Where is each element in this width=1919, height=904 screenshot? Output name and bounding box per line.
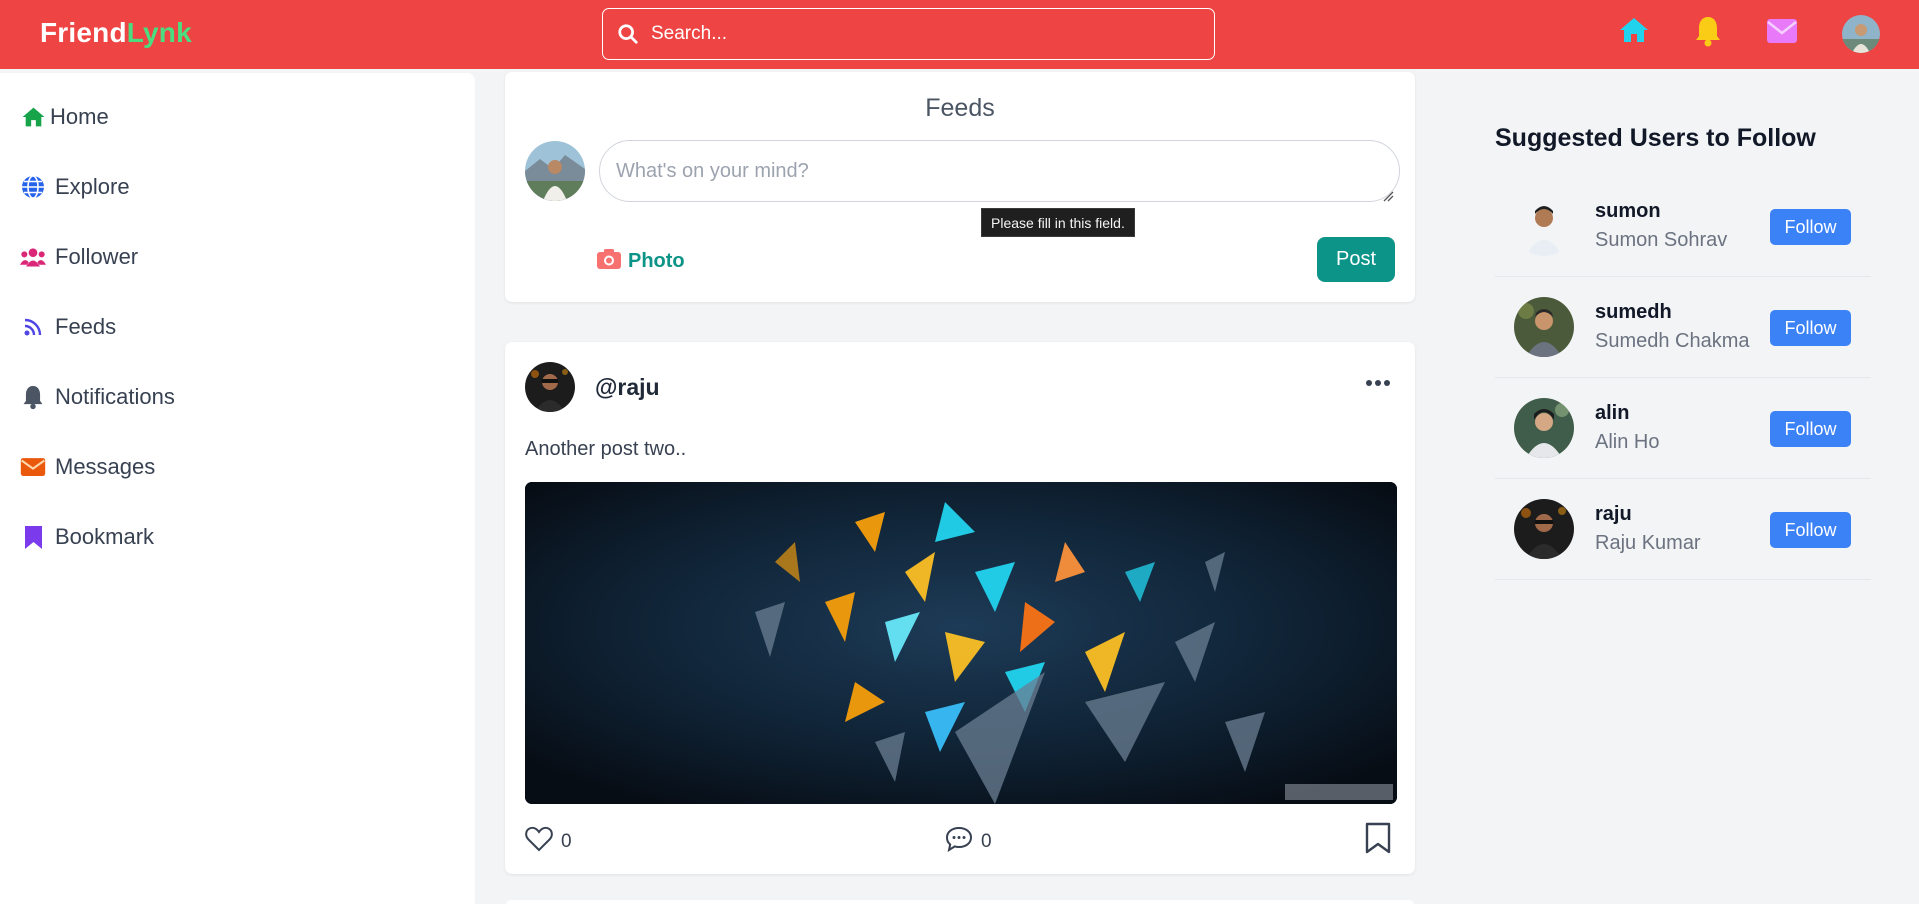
suggested-user: alin Alin Ho Follow [1495,378,1871,479]
sidebar-item-feeds[interactable]: Feeds [20,312,116,342]
suggested-user: sumedh Sumedh Chakma Follow [1495,277,1871,378]
post-username[interactable]: @raju [595,374,660,401]
validation-tooltip: Please fill in this field. [981,208,1135,237]
comment-button[interactable]: 0 [945,826,992,857]
search-icon [617,23,639,50]
post-card [505,900,1415,904]
heart-icon [525,826,553,857]
suggested-user: sumon Sumon Sohrav Follow [1495,176,1871,277]
add-photo-button[interactable]: Photo [596,248,685,275]
avatar[interactable] [1514,499,1574,559]
photo-label: Photo [628,250,685,272]
resize-handle-icon[interactable] [1382,189,1394,207]
suggested-username[interactable]: raju [1595,503,1632,526]
sidebar-item-label: Bookmark [55,524,155,549]
suggested-fullname: Alin Ho [1595,431,1660,453]
comment-count: 0 [981,830,992,852]
sidebar-item-explore[interactable]: Explore [20,172,130,202]
suggested-username[interactable]: sumedh [1595,301,1672,324]
post-text: Another post two.. [525,438,687,460]
sidebar-item-label: Explore [55,174,130,199]
sidebar-item-label: Follower [55,244,139,269]
comment-icon [945,826,973,857]
brand-part2: Lynk [126,17,192,48]
camera-icon [596,248,622,275]
post-textarea[interactable] [599,140,1400,202]
post-composer: Feeds Please fill in this field. Photo P… [505,72,1415,302]
post-card: @raju Another post two.. 0 0 [505,342,1415,874]
sidebar-item-follower[interactable]: Follower [20,242,138,272]
follow-button[interactable]: Follow [1770,310,1851,346]
suggested-fullname: Sumedh Chakma [1595,330,1750,352]
left-sidebar: Home Explore Follower Feeds Notification… [0,73,475,904]
avatar[interactable] [1514,398,1574,458]
bell-icon[interactable] [1694,15,1722,52]
like-count: 0 [561,830,572,852]
search-box [602,8,1215,60]
envelope-icon[interactable] [1766,15,1798,49]
search-input[interactable] [651,19,1191,49]
brand-part1: Friend [40,17,127,48]
envelope-icon [20,454,46,480]
like-button[interactable]: 0 [525,826,572,857]
top-navbar: FriendLynk [0,0,1919,69]
home-icon [20,104,46,130]
rss-icon [20,314,46,340]
bell-icon [20,384,46,410]
suggested-username[interactable]: alin [1595,402,1629,425]
composer-avatar [525,141,585,201]
sidebar-item-messages[interactable]: Messages [20,452,155,482]
sidebar-item-bookmark[interactable]: Bookmark [20,522,154,552]
sidebar-item-label: Notifications [55,384,175,409]
sidebar-item-label: Feeds [55,314,117,339]
suggested-user: raju Raju Kumar Follow [1495,479,1871,580]
post-image[interactable] [525,482,1397,804]
more-options-icon[interactable] [1365,374,1391,392]
avatar[interactable] [1514,297,1574,357]
brand-logo[interactable]: FriendLynk [40,17,192,49]
sidebar-item-notifications[interactable]: Notifications [20,382,175,412]
post-author-avatar[interactable] [525,362,575,412]
sidebar-item-label: Home [50,104,109,129]
post-button[interactable]: Post [1317,237,1395,282]
sidebar-item-label: Messages [55,454,156,479]
users-icon [20,244,46,270]
follow-button[interactable]: Follow [1770,411,1851,447]
bookmark-icon [20,524,46,550]
follow-button[interactable]: Follow [1770,512,1851,548]
follow-button[interactable]: Follow [1770,209,1851,245]
suggested-fullname: Raju Kumar [1595,532,1701,554]
bookmark-icon[interactable] [1365,822,1391,859]
suggested-users-title: Suggested Users to Follow [1495,124,1816,152]
page-title: Feeds [925,94,995,122]
home-icon[interactable] [1618,15,1650,50]
globe-icon [20,174,46,200]
avatar[interactable] [1514,196,1574,256]
suggested-fullname: Sumon Sohrav [1595,229,1728,251]
suggested-username[interactable]: sumon [1595,200,1661,223]
user-avatar[interactable] [1842,15,1880,53]
sidebar-item-home[interactable]: Home [20,102,109,132]
